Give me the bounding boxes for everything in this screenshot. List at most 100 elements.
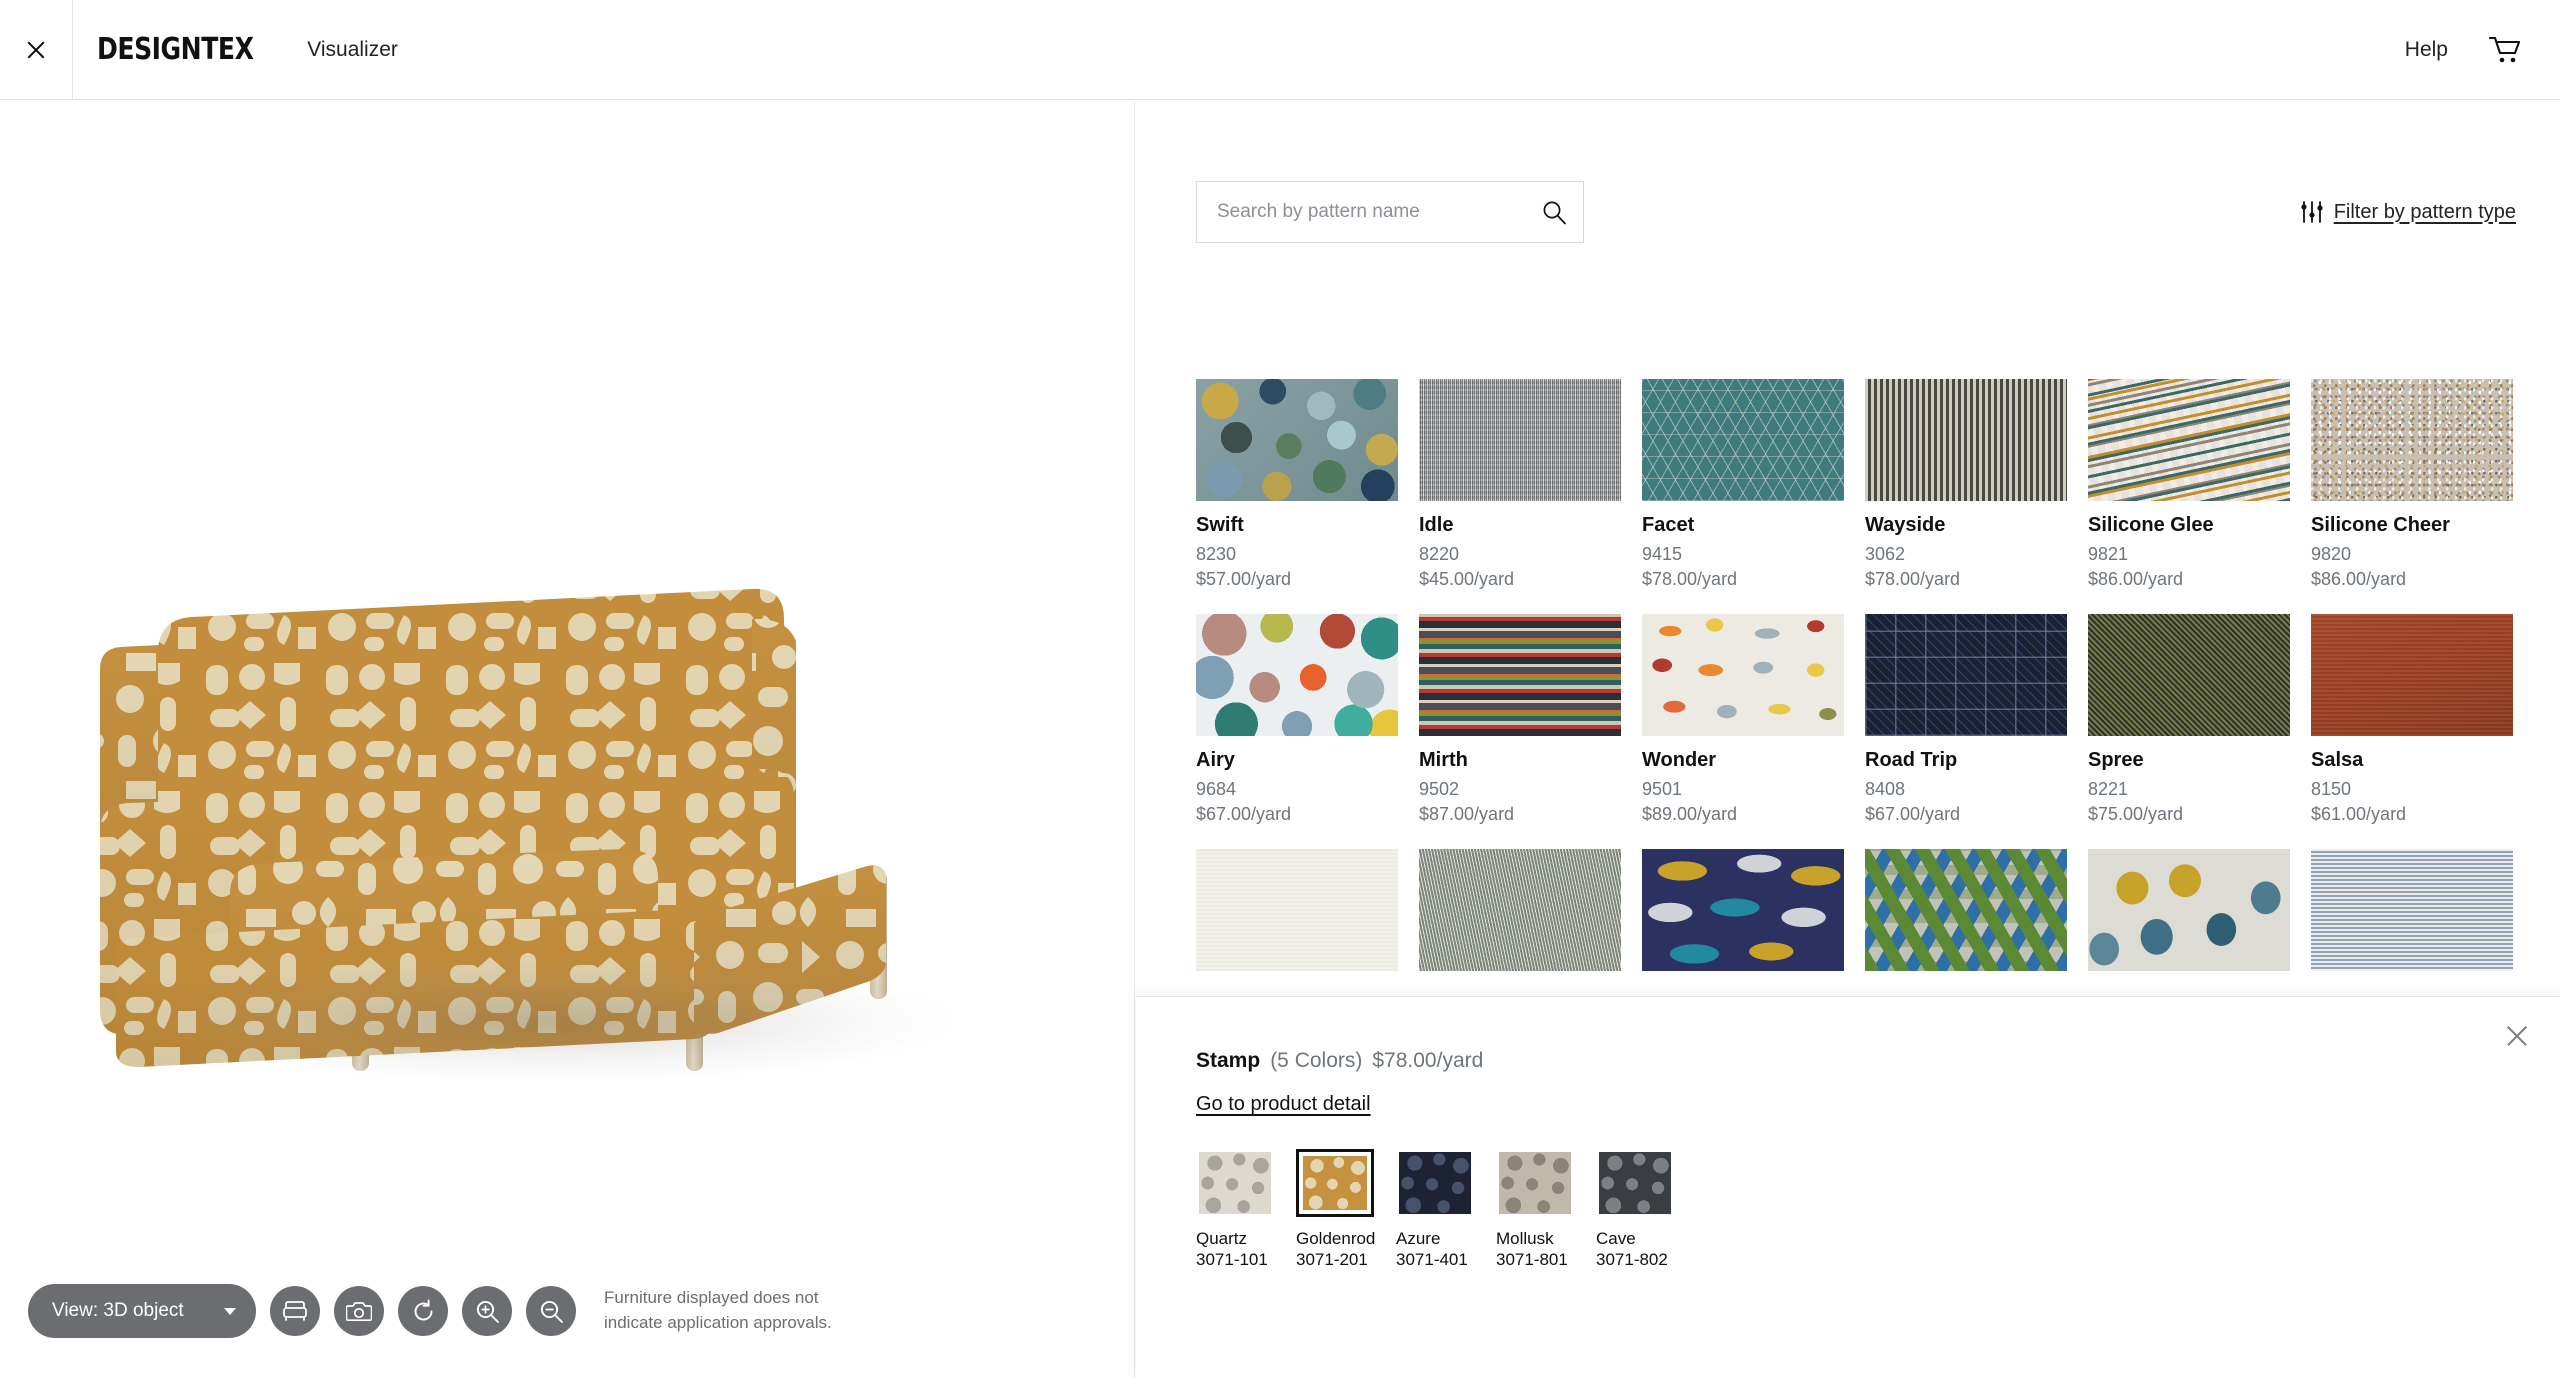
search-input[interactable] [1217, 201, 1541, 223]
pattern-name: Spree [2088, 749, 2144, 772]
pattern-sku: 8221 [2088, 779, 2129, 800]
pattern-card[interactable]: Wayside 3062 $78.00/yard [1865, 379, 2067, 590]
pattern-card[interactable]: Road Trip 8408 $67.00/yard [1865, 614, 2067, 825]
colorway-sku: 3071-801 [1496, 1250, 1568, 1270]
colorway-name: Cave [1596, 1229, 1636, 1248]
pattern-card[interactable]: Mirth 9502 $87.00/yard [1419, 614, 1621, 825]
disclaimer-line-1: Furniture displayed does not [604, 1288, 819, 1308]
pattern-swatch[interactable] [2311, 614, 2513, 737]
pattern-swatch[interactable] [1865, 379, 2067, 501]
pattern-card-partial[interactable] [2311, 849, 2513, 972]
pattern-sku: 9502 [1419, 779, 1460, 800]
pattern-swatch[interactable] [1642, 849, 1844, 972]
colorway-sku: 3071-802 [1596, 1250, 1668, 1270]
colorway-option[interactable]: Quartz 3071-101 [1196, 1149, 1274, 1271]
camera-icon [346, 1301, 372, 1321]
header-actions: Help [2405, 35, 2560, 65]
pattern-card[interactable]: Spree 8221 $75.00/yard [2088, 614, 2290, 825]
cart-icon[interactable] [2488, 35, 2522, 65]
colorway-swatch-frame[interactable] [1196, 1149, 1274, 1217]
pattern-swatch[interactable] [2311, 849, 2513, 972]
pattern-name: Wonder [1642, 749, 1717, 772]
pattern-swatch[interactable] [1865, 849, 2067, 972]
pattern-swatch[interactable] [2311, 379, 2513, 501]
pattern-swatch[interactable] [2088, 379, 2290, 501]
camera-icon-button[interactable] [334, 1286, 384, 1336]
pattern-card-partial[interactable] [1196, 849, 1398, 972]
pattern-sku: 9684 [1196, 779, 1237, 800]
view-mode-select[interactable]: View: 3D object [28, 1284, 256, 1338]
detail-header: Stamp (5 Colors) $78.00/yard [1196, 1049, 1483, 1073]
pattern-swatch[interactable] [2088, 849, 2290, 972]
colorway-sku: 3071-101 [1196, 1250, 1268, 1270]
pattern-swatch[interactable] [1642, 379, 1844, 501]
pattern-price: $61.00/yard [2311, 803, 2407, 824]
furniture-icon-button[interactable] [270, 1286, 320, 1336]
drawer-close-button[interactable] [2504, 1023, 2530, 1049]
pattern-card[interactable]: Facet 9415 $78.00/yard [1642, 379, 1844, 590]
colorway-swatch [1399, 1152, 1471, 1214]
pattern-swatch[interactable] [2088, 614, 2290, 737]
reset-rotation-icon [414, 1299, 432, 1320]
pattern-grid: Swift 8230 $57.00/yard Idle 8220 $45.00/yard F… [1196, 379, 2526, 972]
close-button[interactable] [0, 0, 72, 100]
pattern-sku: 3062 [1865, 544, 1906, 564]
pattern-card[interactable]: Salsa 8150 $61.00/yard [2311, 614, 2513, 825]
pattern-price: $67.00/yard [1196, 803, 1292, 824]
pattern-price: $89.00/yard [1642, 803, 1738, 824]
pattern-card[interactable]: Swift 8230 $57.00/yard [1196, 379, 1398, 590]
pattern-swatch[interactable] [1865, 614, 2067, 737]
pattern-card[interactable]: Idle 8220 $45.00/yard [1419, 379, 1621, 590]
help-link[interactable]: Help [2405, 38, 2448, 62]
pattern-card[interactable]: Silicone Glee 9821 $86.00/yard [2088, 379, 2290, 590]
viewer-toolbar: View: 3D object Furniture displayed does… [28, 1284, 832, 1338]
pattern-swatch[interactable] [1419, 379, 1621, 501]
colorway-option[interactable]: Goldenrod 3071-201 [1296, 1149, 1375, 1271]
pattern-name: Salsa [2311, 749, 2364, 772]
colorway-option[interactable]: Azure 3071-401 [1396, 1149, 1474, 1271]
pattern-card[interactable]: Wonder 9501 $89.00/yard [1642, 614, 1844, 825]
colorway-swatch-frame[interactable] [1396, 1149, 1474, 1217]
pattern-name: Swift [1196, 514, 1244, 536]
search-box[interactable] [1196, 181, 1584, 243]
colorway-option[interactable]: Cave 3071-802 [1596, 1149, 1674, 1271]
pattern-sku: 9415 [1642, 544, 1683, 564]
brand-logo: DESIGNTEX [97, 32, 254, 67]
pattern-price: $75.00/yard [2088, 803, 2184, 824]
colorway-swatch-frame[interactable] [1596, 1149, 1674, 1217]
pattern-card-partial[interactable] [1642, 849, 1844, 972]
filter-label: Filter by pattern type [2333, 200, 2516, 223]
pattern-sku: 9501 [1642, 779, 1683, 800]
pattern-name: Facet [1642, 514, 1695, 536]
colorway-sku: 3071-201 [1296, 1250, 1368, 1270]
search-icon[interactable] [1541, 199, 1567, 225]
view-mode-label: View: 3D object [52, 1300, 184, 1321]
pattern-swatch[interactable] [1419, 849, 1621, 972]
go-to-product-detail-link[interactable]: Go to product detail [1196, 1093, 1371, 1116]
pattern-detail-drawer: Stamp (5 Colors) $78.00/yard Go to produ… [1136, 996, 2560, 1378]
product-viewer[interactable]: View: 3D object Furniture displayed does… [0, 101, 1135, 1378]
pattern-price: $67.00/yard [1865, 803, 1961, 824]
pattern-card-partial[interactable] [2088, 849, 2290, 972]
pattern-swatch[interactable] [1196, 379, 1398, 501]
pattern-card-partial[interactable] [1865, 849, 2067, 972]
reset-rotation-icon-button[interactable] [398, 1286, 448, 1336]
pattern-sku: 9821 [2088, 544, 2129, 564]
pattern-sku: 9820 [2311, 544, 2352, 564]
pattern-swatch[interactable] [1196, 614, 1398, 737]
colorway-swatch-frame[interactable] [1496, 1149, 1574, 1217]
pattern-card-partial[interactable] [1419, 849, 1621, 972]
close-icon [25, 39, 47, 61]
pattern-swatch[interactable] [1196, 849, 1398, 972]
filter-by-pattern-type-button[interactable]: Filter by pattern type [2300, 201, 2516, 224]
pattern-swatch[interactable] [1642, 614, 1844, 737]
pattern-price: $78.00/yard [1865, 568, 1961, 589]
pattern-swatch[interactable] [1419, 614, 1621, 737]
zoom-in-icon-button[interactable] [462, 1286, 512, 1336]
colorway-option[interactable]: Mollusk 3071-801 [1496, 1149, 1574, 1271]
pattern-card[interactable]: Silicone Cheer 9820 $86.00/yard [2311, 379, 2513, 590]
colorway-swatch-frame[interactable] [1296, 1149, 1374, 1217]
pattern-card[interactable]: Airy 9684 $67.00/yard [1196, 614, 1398, 825]
zoom-out-icon-button[interactable] [526, 1286, 576, 1336]
pattern-name: Idle [1419, 514, 1454, 536]
